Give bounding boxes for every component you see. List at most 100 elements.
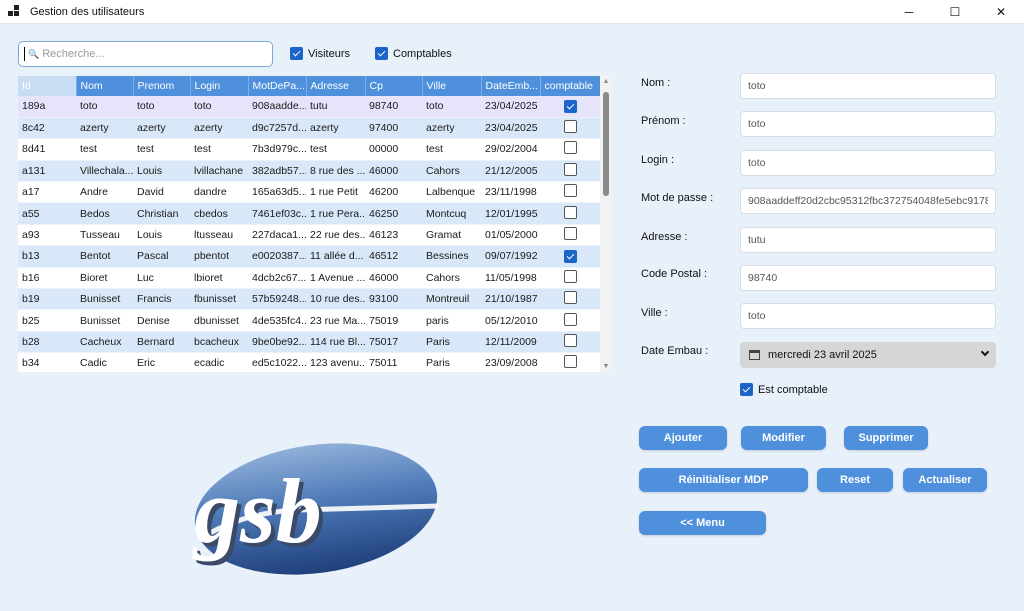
filter-comptables[interactable]: Comptables <box>375 47 452 60</box>
cell-comptable[interactable] <box>540 245 600 268</box>
col-header-cp[interactable]: Cp <box>365 76 423 96</box>
col-header-prenom[interactable]: Prenom <box>133 76 191 96</box>
scroll-down-icon[interactable]: ▼ <box>600 363 612 370</box>
comptable-checkbox[interactable] <box>563 100 577 114</box>
table-row[interactable]: a131 Villechala... Louis lvillachane 382adb5… <box>18 160 600 183</box>
cell-login: ecadic <box>190 352 248 372</box>
search-input[interactable] <box>42 48 243 60</box>
close-button[interactable]: ✕ <box>978 0 1024 24</box>
cell-comptable[interactable] <box>540 96 600 118</box>
nom-field[interactable] <box>740 73 996 99</box>
comptable-checkbox[interactable] <box>563 291 577 305</box>
table-row[interactable]: 189a toto toto toto 908aadde... tutu 98740 toto… <box>18 96 600 118</box>
cell-mdp: 9be0be92... <box>248 331 306 354</box>
table-row[interactable]: 8d41 test test test 7b3d979c... test 00000 test… <box>18 138 600 161</box>
ville-field[interactable] <box>740 303 996 329</box>
checkbox-comptables[interactable] <box>375 47 388 60</box>
cell-comptable[interactable] <box>540 160 600 183</box>
cell-nom: Andre <box>76 181 133 204</box>
table-row[interactable]: b19 Bunisset Francis fbunisset 57b59248... 10… <box>18 288 600 311</box>
table-row[interactable]: a17 Andre David dandre 165a63d5... 1 rue Peti… <box>18 181 600 204</box>
cell-comptable[interactable] <box>540 352 600 372</box>
filter-visiteurs[interactable]: Visiteurs <box>290 47 350 60</box>
cell-comptable[interactable] <box>540 309 600 332</box>
search-box[interactable]: 🔍 <box>18 41 273 67</box>
comptable-checkbox[interactable] <box>563 184 577 198</box>
cell-ville: Paris <box>422 331 481 354</box>
cell-id: a93 <box>18 224 76 247</box>
reinitialiser-mdp-button[interactable]: Réinitialiser MDP <box>639 468 808 492</box>
ajouter-button[interactable]: Ajouter <box>639 426 727 450</box>
table-row[interactable]: b16 Bioret Luc lbioret 4dcb2c67... 1 Avenue .… <box>18 267 600 290</box>
supprimer-button[interactable]: Supprimer <box>844 426 928 450</box>
cell-mdp: 57b59248... <box>248 288 306 311</box>
cp-field[interactable] <box>740 265 996 291</box>
scroll-thumb[interactable] <box>603 92 609 196</box>
table-row[interactable]: a55 Bedos Christian cbedos 7461ef03c... 1 rue… <box>18 202 600 225</box>
login-field[interactable] <box>740 150 996 176</box>
cell-comptable[interactable] <box>540 267 600 290</box>
col-header-nom[interactable]: Nom <box>76 76 134 96</box>
col-header-adresse[interactable]: Adresse <box>306 76 366 96</box>
cell-comptable[interactable] <box>540 181 600 204</box>
cell-adresse: 123 avenu... <box>306 352 365 372</box>
table-row[interactable]: b25 Bunisset Denise dbunisset 4de535fc4... 23… <box>18 309 600 332</box>
cell-comptable[interactable] <box>540 224 600 247</box>
minimize-button[interactable]: ─ <box>886 0 932 24</box>
col-header-id[interactable]: Id <box>18 76 77 96</box>
col-header-ville[interactable]: Ville <box>422 76 482 96</box>
comptable-checkbox[interactable] <box>563 269 577 283</box>
cell-comptable[interactable] <box>540 202 600 225</box>
comptable-checkbox[interactable] <box>563 355 577 369</box>
comptable-checkbox[interactable] <box>563 205 577 219</box>
comptable-checkbox[interactable] <box>563 333 577 347</box>
table-row[interactable]: b34 Cadic Eric ecadic ed5c1022... 123 avenu..… <box>18 352 600 372</box>
maximize-button[interactable]: ☐ <box>932 0 978 24</box>
cell-nom: azerty <box>76 117 133 140</box>
mdp-field[interactable] <box>740 188 996 214</box>
date-embauche-value: mercredi 23 avril 2025 <box>768 349 877 361</box>
cell-prenom: Denise <box>133 309 190 332</box>
cell-login: azerty <box>190 117 248 140</box>
cell-id: b19 <box>18 288 76 311</box>
prenom-field[interactable] <box>740 111 996 137</box>
comptable-checkbox[interactable] <box>563 162 577 176</box>
table-row[interactable]: b13 Bentot Pascal pbentot e0020387... 11 allé… <box>18 245 600 268</box>
users-grid[interactable]: Id Nom Prenom Login MotDePa... Adresse C… <box>18 76 600 372</box>
col-header-login[interactable]: Login <box>190 76 249 96</box>
cell-adresse: 10 rue des... <box>306 288 365 311</box>
col-header-comptable[interactable]: comptable <box>540 76 600 96</box>
checkbox-visiteurs[interactable] <box>290 47 303 60</box>
cell-adresse: 1 rue Pera... <box>306 202 365 225</box>
date-embauche-picker[interactable]: mercredi 23 avril 2025 <box>740 342 996 368</box>
actualiser-button[interactable]: Actualiser <box>903 468 987 492</box>
col-header-motdepasse[interactable]: MotDePa... <box>248 76 307 96</box>
chevron-down-icon[interactable] <box>980 347 990 357</box>
grid-scrollbar[interactable]: ▲ ▼ <box>600 76 612 372</box>
menu-button[interactable]: << Menu <box>639 511 766 535</box>
cell-mdp: 227daca1... <box>248 224 306 247</box>
est-comptable-checkbox[interactable]: Est comptable <box>740 383 828 396</box>
scroll-up-icon[interactable]: ▲ <box>600 78 612 85</box>
cell-cp: 93100 <box>365 288 422 311</box>
table-row[interactable]: b28 Cacheux Bernard bcacheux 9be0be92... 114 … <box>18 331 600 354</box>
adresse-field[interactable] <box>740 227 996 253</box>
comptable-checkbox[interactable] <box>563 120 577 134</box>
col-header-dateembauche[interactable]: DateEmb... <box>481 76 541 96</box>
cell-nom: Bioret <box>76 267 133 290</box>
reset-button[interactable]: Reset <box>817 468 893 492</box>
checkbox-est-comptable[interactable] <box>740 383 753 396</box>
cell-comptable[interactable] <box>540 331 600 354</box>
table-row[interactable]: 8c42 azerty azerty azerty d9c7257d... azerty 9… <box>18 117 600 140</box>
cell-login: fbunisset <box>190 288 248 311</box>
cell-id: b16 <box>18 267 76 290</box>
modifier-button[interactable]: Modifier <box>741 426 826 450</box>
comptable-checkbox[interactable] <box>563 227 577 241</box>
comptable-checkbox[interactable] <box>563 312 577 326</box>
cell-comptable[interactable] <box>540 138 600 161</box>
cell-comptable[interactable] <box>540 117 600 140</box>
table-row[interactable]: a93 Tusseau Louis ltusseau 227daca1... 22 rue… <box>18 224 600 247</box>
comptable-checkbox[interactable] <box>563 141 577 155</box>
cell-comptable[interactable] <box>540 288 600 311</box>
comptable-checkbox[interactable] <box>563 250 577 264</box>
